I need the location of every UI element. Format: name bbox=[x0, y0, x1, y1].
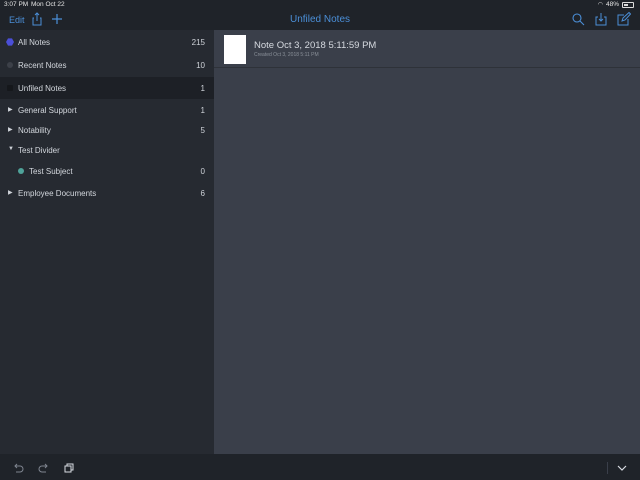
list-item[interactable]: Note Oct 3, 2018 5:11:59 PM Created Oct … bbox=[214, 30, 640, 68]
nav-bar: Edit Unfiled Notes bbox=[0, 10, 640, 30]
battery-percent: 48% bbox=[605, 1, 619, 8]
sidebar-item-test-subject[interactable]: Test Subject 0 bbox=[0, 160, 214, 182]
collapsed-triangle-icon[interactable]: ▶ bbox=[8, 126, 13, 133]
unfiled-icon bbox=[7, 85, 13, 91]
status-bar: 3:07 PM Mon Oct 22 ◠ 48% bbox=[0, 0, 640, 10]
sidebar-item-count: 215 bbox=[191, 38, 205, 47]
note-thumbnail bbox=[224, 35, 246, 64]
sidebar: All Notes 215 Recent Notes 10 Unfiled No… bbox=[0, 30, 214, 454]
status-right: ◠ 48% bbox=[598, 1, 634, 8]
undo-icon[interactable] bbox=[12, 461, 24, 473]
collapsed-triangle-icon[interactable]: ▶ bbox=[8, 106, 13, 113]
redo-icon[interactable] bbox=[38, 461, 50, 473]
hexagon-icon bbox=[6, 38, 14, 46]
sidebar-item-recent-notes[interactable]: Recent Notes 10 bbox=[0, 54, 214, 76]
expanded-triangle-icon[interactable]: ▼ bbox=[8, 146, 14, 152]
sidebar-item-label: Recent Notes bbox=[18, 61, 67, 70]
status-time: 3:07 PM bbox=[4, 1, 29, 8]
sidebar-item-notability[interactable]: ▶ Notability 5 bbox=[0, 119, 214, 141]
wifi-icon: ◠ bbox=[597, 2, 603, 8]
sidebar-item-employee-documents[interactable]: ▶ Employee Documents 6 bbox=[0, 182, 214, 204]
sidebar-item-label: Employee Documents bbox=[18, 189, 97, 198]
page-title: Unfiled Notes bbox=[289, 14, 351, 25]
collapsed-triangle-icon[interactable]: ▶ bbox=[8, 189, 13, 196]
sidebar-item-count: 5 bbox=[200, 126, 205, 135]
copy-icon[interactable] bbox=[63, 461, 75, 473]
sidebar-item-label: Unfiled Notes bbox=[18, 84, 67, 93]
clock-icon bbox=[7, 62, 13, 68]
sidebar-item-general-support[interactable]: ▶ General Support 1 bbox=[0, 99, 214, 121]
battery-icon bbox=[622, 1, 634, 8]
sidebar-item-all-notes[interactable]: All Notes 215 bbox=[0, 31, 214, 53]
import-icon[interactable] bbox=[594, 12, 608, 26]
sidebar-item-count: 10 bbox=[196, 61, 205, 70]
sidebar-item-label: Test Divider bbox=[18, 146, 60, 155]
sidebar-item-count: 1 bbox=[200, 106, 205, 115]
subject-dot-icon bbox=[18, 168, 24, 174]
sidebar-item-count: 0 bbox=[200, 167, 205, 176]
note-title: Note Oct 3, 2018 5:11:59 PM bbox=[254, 40, 377, 51]
toolbar-divider bbox=[607, 462, 608, 474]
bottom-toolbar bbox=[0, 454, 640, 480]
sidebar-item-unfiled-notes[interactable]: Unfiled Notes 1 bbox=[0, 77, 214, 99]
chevron-down-icon[interactable] bbox=[616, 461, 628, 473]
sidebar-item-label: Test Subject bbox=[29, 167, 73, 176]
note-subtitle: Created Oct 3, 2018 5:11 PM bbox=[254, 52, 319, 58]
compose-icon[interactable] bbox=[617, 11, 632, 26]
search-icon[interactable] bbox=[571, 12, 585, 26]
sidebar-item-count: 6 bbox=[200, 189, 205, 198]
sidebar-item-label: All Notes bbox=[18, 38, 51, 47]
sidebar-item-test-divider[interactable]: ▼ Test Divider bbox=[0, 139, 214, 161]
status-date: Mon Oct 22 bbox=[31, 1, 65, 8]
sidebar-item-count: 1 bbox=[200, 84, 205, 93]
note-list: Note Oct 3, 2018 5:11:59 PM Created Oct … bbox=[214, 30, 640, 454]
sidebar-item-label: General Support bbox=[18, 106, 77, 115]
sidebar-item-label: Notability bbox=[18, 126, 51, 135]
